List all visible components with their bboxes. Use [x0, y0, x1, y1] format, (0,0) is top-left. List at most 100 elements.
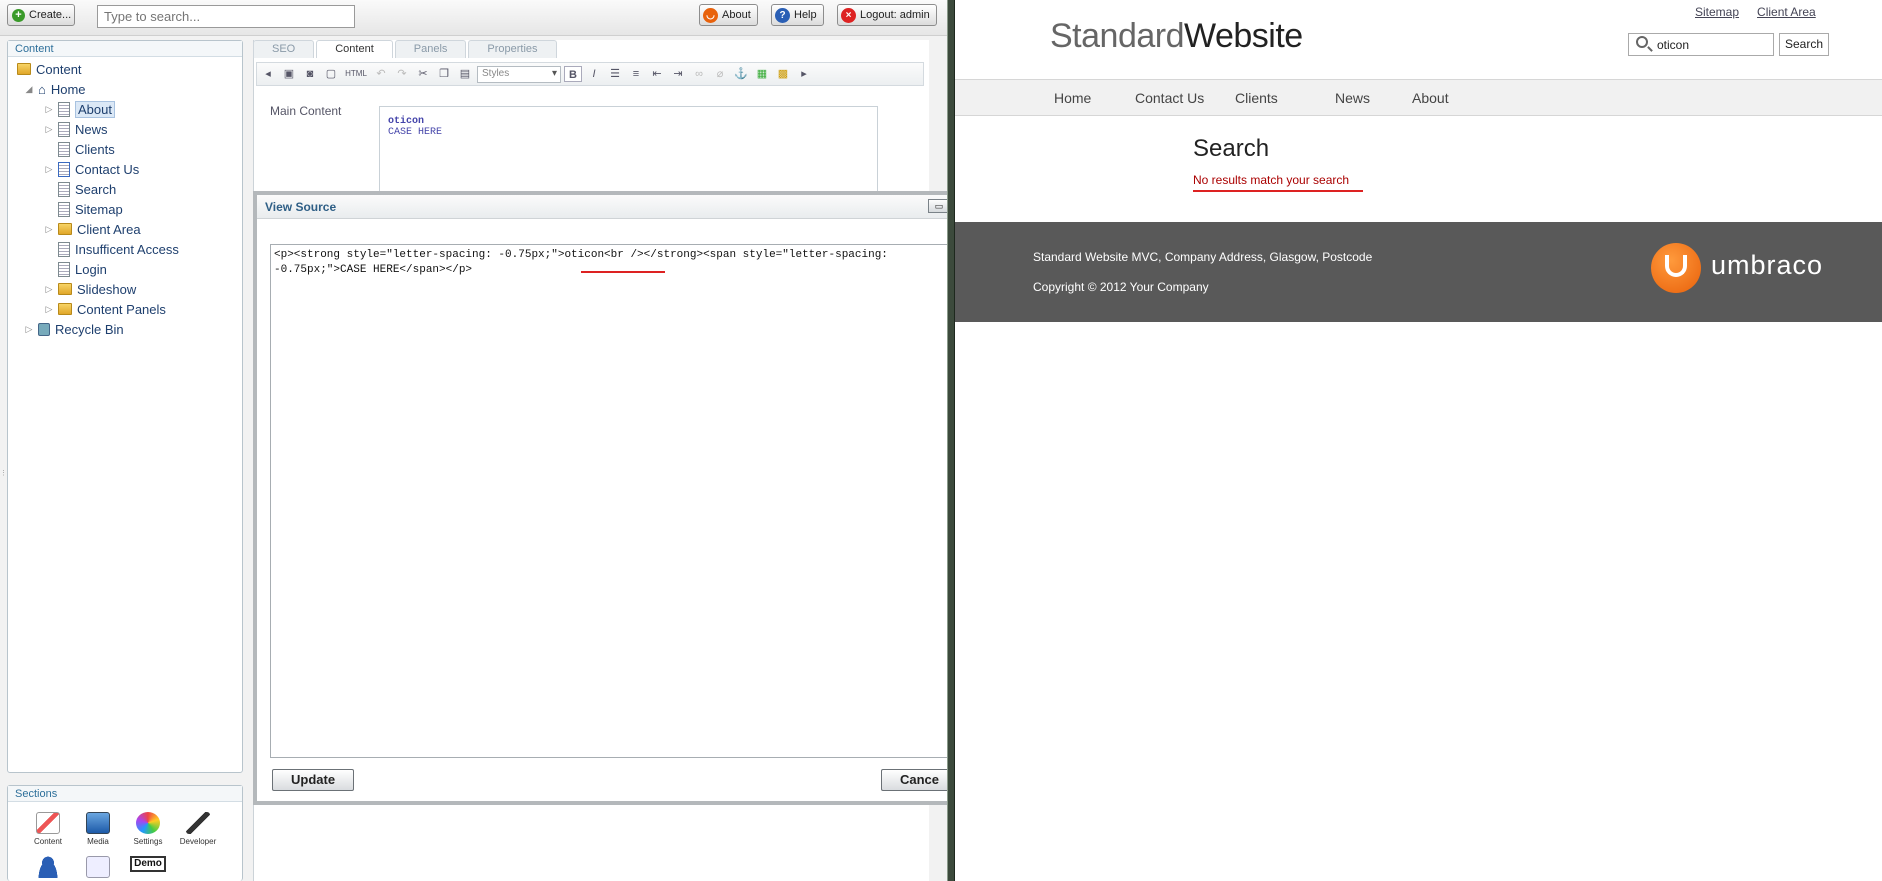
tree-item-news[interactable]: ▷ News [45, 120, 108, 138]
bullet-list-icon[interactable]: ☰ [606, 66, 624, 82]
recycle-bin-icon [38, 322, 50, 336]
expanded-triangle-icon[interactable]: ◢ [25, 84, 33, 95]
nav-about[interactable]: About [1412, 90, 1449, 106]
expand-triangle-icon[interactable]: ▷ [45, 124, 53, 135]
nav-news[interactable]: News [1335, 90, 1370, 106]
tree-item-home[interactable]: ◢ ⌂ Home [25, 80, 86, 98]
tree-label: Search [75, 181, 117, 197]
sitemap-link[interactable]: Sitemap [1695, 5, 1739, 19]
macro-icon[interactable]: ▩ [774, 66, 792, 82]
site-search-button[interactable]: Search [1779, 33, 1829, 56]
tree-item-contact-us[interactable]: ▷ Contact Us [45, 160, 139, 178]
logo-part1: Standard [1050, 17, 1185, 55]
section-settings[interactable]: Settings [126, 812, 170, 846]
document-icon [58, 141, 70, 157]
site-logo[interactable]: StandardWebsite [1050, 17, 1303, 56]
tree-item-clients[interactable]: Clients [45, 140, 115, 158]
section-members[interactable] [76, 856, 120, 881]
footer-address: Standard Website MVC, Company Address, G… [1033, 250, 1373, 264]
tree-item-login[interactable]: Login [45, 260, 107, 278]
site-search-input[interactable] [1628, 33, 1774, 56]
section-media[interactable]: Media [76, 812, 120, 846]
umbraco-logo-icon[interactable] [1651, 243, 1701, 293]
create-button[interactable]: + Create... [7, 4, 75, 26]
section-content[interactable]: Content [26, 812, 70, 846]
panel-title: Content [8, 41, 242, 57]
create-label: Create... [29, 9, 72, 21]
paste-icon[interactable]: ▤ [456, 66, 474, 82]
about-button[interactable]: ◡ About [699, 4, 758, 26]
styles-select[interactable]: Styles [477, 65, 561, 83]
tree-label: Clients [75, 141, 115, 157]
numbered-list-icon[interactable]: ≡ [627, 66, 645, 82]
scroll-left-icon[interactable]: ◂ [259, 66, 277, 82]
tree-item-recycle-bin[interactable]: ▷ Recycle Bin [25, 320, 124, 338]
cut-icon[interactable]: ✂ [414, 66, 432, 82]
search-icon [1636, 36, 1648, 48]
backoffice-topbar: + Create... ◡ About ? Help × Logout: adm… [0, 0, 947, 36]
update-button[interactable]: Update [272, 769, 355, 791]
save-publish-icon[interactable]: ◙ [301, 66, 319, 82]
umbraco-u-mark [1665, 255, 1687, 277]
tree-item-insufficent-access[interactable]: Insufficent Access [45, 240, 179, 258]
expand-triangle-icon[interactable]: ▷ [45, 104, 53, 115]
document-icon [58, 201, 70, 217]
section-label: Settings [133, 837, 163, 846]
indent-icon[interactable]: ⇥ [669, 66, 687, 82]
cancel-button[interactable]: Cance [881, 769, 950, 791]
expand-triangle-icon[interactable]: ▷ [45, 304, 53, 315]
nav-clients[interactable]: Clients [1235, 90, 1278, 106]
outdent-icon[interactable]: ⇤ [648, 66, 666, 82]
section-label: Content [33, 837, 63, 846]
source-textarea[interactable]: <p><strong style="letter-spacing: -0.75p… [270, 244, 950, 758]
anchor-icon[interactable]: ⚓ [732, 66, 750, 82]
help-icon: ? [775, 7, 790, 23]
window-divider[interactable] [947, 0, 955, 881]
unlink-icon[interactable]: ⌀ [711, 66, 729, 82]
italic-icon[interactable]: I [585, 66, 603, 82]
home-icon: ⌂ [38, 81, 46, 97]
copy-icon[interactable]: ❐ [435, 66, 453, 82]
expand-triangle-icon[interactable]: ▷ [25, 324, 33, 335]
html-source-button[interactable]: HTML [343, 66, 369, 82]
tree-item-about[interactable]: ▷ About [45, 100, 115, 118]
tab-content[interactable]: Content [316, 40, 393, 58]
document-icon [58, 181, 70, 197]
expand-triangle-icon[interactable]: ▷ [45, 224, 53, 235]
bold-icon[interactable]: B [564, 66, 582, 82]
document-icon [58, 261, 70, 277]
tree-item-sitemap[interactable]: Sitemap [45, 200, 123, 218]
tree-item-search[interactable]: Search [45, 180, 116, 198]
image-icon[interactable]: ▦ [753, 66, 771, 82]
section-demo[interactable]: Demo [126, 856, 170, 872]
preview-icon[interactable]: ▢ [322, 66, 340, 82]
redo-icon[interactable]: ↷ [393, 66, 411, 82]
tab-properties[interactable]: Properties [468, 40, 557, 58]
expand-triangle-icon[interactable]: ▷ [45, 284, 53, 295]
tree-item-slideshow[interactable]: ▷ Slideshow [45, 280, 137, 298]
umbraco-icon: ◡ [703, 7, 718, 23]
tree-item-content-panels[interactable]: ▷ Content Panels [45, 300, 166, 318]
link-icon[interactable]: ∞ [690, 66, 708, 82]
tree-item-content[interactable]: Content [17, 60, 82, 78]
section-label: Developer [179, 837, 217, 846]
umbraco-wordmark: umbraco [1711, 250, 1824, 280]
save-icon[interactable]: ▣ [280, 66, 298, 82]
client-area-link[interactable]: Client Area [1757, 5, 1816, 19]
expand-triangle-icon[interactable]: ▷ [45, 164, 53, 175]
section-developer[interactable]: Developer [176, 812, 220, 846]
scroll-right-icon[interactable]: ▸ [795, 66, 813, 82]
tree-item-client-area[interactable]: ▷ Client Area [45, 220, 141, 238]
help-button[interactable]: ? Help [771, 4, 824, 26]
rte-toolbar: ◂ ▣ ◙ ▢ HTML ↶ ↷ ✂ ❐ ▤ Styles B I ☰ ≡ ⇤ … [256, 62, 924, 86]
section-users[interactable] [26, 856, 70, 881]
nav-home[interactable]: Home [1054, 90, 1091, 106]
splitter-handle[interactable]: ⋮ [0, 470, 7, 494]
main-content-editor[interactable]: oticon CASE HERE [379, 106, 878, 196]
logout-button[interactable]: × Logout: admin [837, 4, 937, 26]
undo-icon[interactable]: ↶ [372, 66, 390, 82]
tab-panels[interactable]: Panels [394, 40, 467, 58]
tab-seo[interactable]: SEO [253, 40, 315, 58]
nav-contact-us[interactable]: Contact Us [1135, 90, 1204, 106]
search-input[interactable] [97, 5, 355, 28]
